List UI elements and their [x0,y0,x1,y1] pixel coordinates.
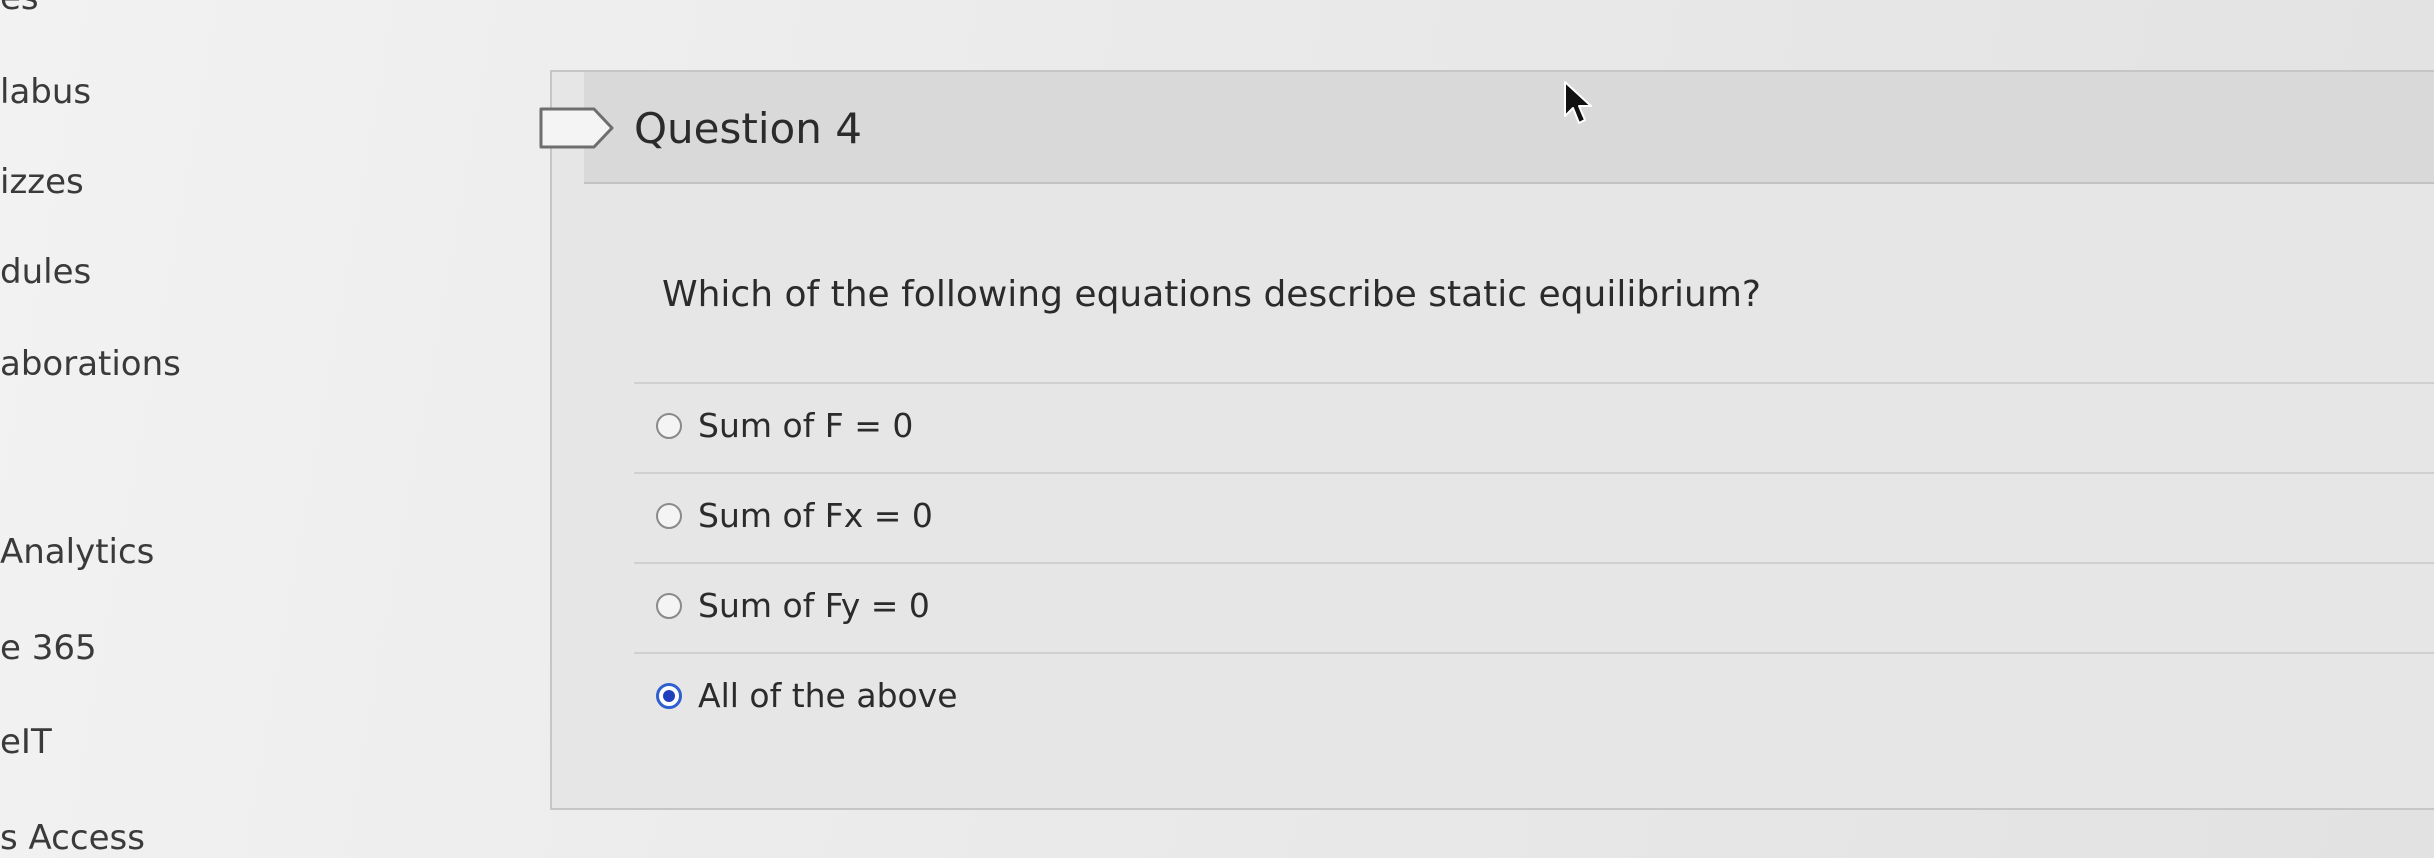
nav-item-modules-partial[interactable]: es [0,0,39,18]
answer-label[interactable]: Sum of Fy = 0 [698,586,930,625]
answer-option[interactable]: Sum of F = 0 [634,384,2434,474]
question-text: Which of the following equations describ… [662,274,1762,315]
answer-option[interactable]: Sum of Fy = 0 [634,564,2434,654]
answer-label[interactable]: Sum of Fx = 0 [698,496,933,535]
radio-button-selected[interactable] [656,683,682,709]
question-header: Question 4 [539,72,2434,184]
question-title: Question 4 [634,104,862,153]
nav-item-syllabus[interactable]: labus [0,72,91,112]
nav-item-access[interactable]: s Access [0,818,145,858]
answer-option[interactable]: Sum of Fx = 0 [634,474,2434,564]
question-body: Which of the following equations describ… [584,184,2434,810]
course-navigation: es labus izzes dules aborations Analytic… [0,0,240,858]
nav-item-office-365[interactable]: e 365 [0,628,97,668]
answer-list: Sum of F = 0 Sum of Fx = 0 Sum of Fy = 0… [634,382,2434,742]
nav-item-eit[interactable]: eIT [0,722,52,762]
radio-button[interactable] [656,503,682,529]
radio-button[interactable] [656,593,682,619]
nav-item-analytics[interactable]: Analytics [0,532,154,572]
answer-option[interactable]: All of the above [634,654,2434,742]
question-card: Question 4 Which of the following equati… [539,70,2434,810]
nav-item-collaborations[interactable]: aborations [0,344,181,384]
nav-item-quizzes[interactable]: izzes [0,162,84,202]
mouse-cursor-icon [1564,81,1592,124]
radio-button[interactable] [656,413,682,439]
answer-label[interactable]: Sum of F = 0 [698,406,913,445]
nav-item-modules[interactable]: dules [0,252,91,292]
answer-label[interactable]: All of the above [698,676,958,715]
flag-question-icon[interactable] [538,106,616,150]
